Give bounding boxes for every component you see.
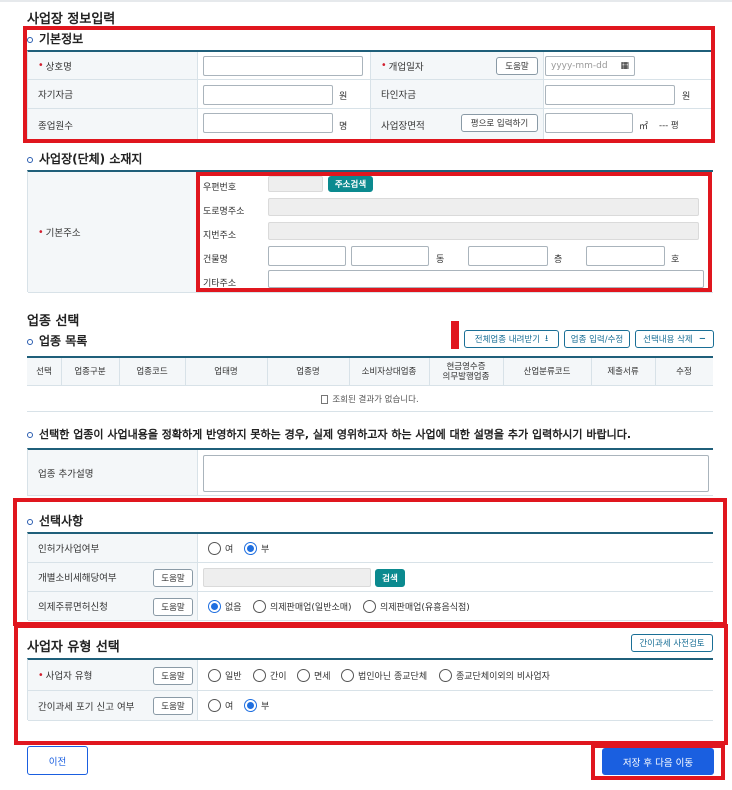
page-title: 사업장 정보입력 <box>27 12 116 27</box>
download-icon: ⭳ <box>545 334 549 344</box>
col-consumer: 소비자상대업종 <box>361 367 417 377</box>
industry-notice-text: 선택한 업종이 사업내용을 정확하게 반영하지 못하는 경우, 실제 영위하고자… <box>39 428 632 441</box>
highlight-box-basic <box>23 26 715 143</box>
col-classification: 산업분류코드 <box>523 367 571 377</box>
minus-icon: − <box>698 334 706 344</box>
col-edit: 수정 <box>676 367 692 377</box>
industry-title: 업종 선택 <box>27 314 80 329</box>
edit-industry-button[interactable]: 업종 입력/수정 <box>564 330 630 348</box>
delete-selected-label: 선택내용 삭제 <box>643 335 693 345</box>
col-type: 업종구분 <box>74 367 106 377</box>
address-label: • 기본주소 <box>28 172 198 292</box>
col-documents: 제출서류 <box>607 367 639 377</box>
delete-selected-button[interactable]: 선택내용 삭제 − <box>635 330 714 348</box>
highlight-box-save <box>591 744 725 780</box>
bullet-icon <box>27 338 33 345</box>
document-icon <box>321 394 329 404</box>
address-heading-text: 사업장(단체) 소재지 <box>39 152 143 166</box>
row-extra-desc: 업종 추가설명 <box>28 450 713 496</box>
bullet-icon <box>27 156 33 163</box>
col-code: 업종코드 <box>136 367 168 377</box>
industry-table: 선택 업종구분 업종코드 업태명 업종명 소비자상대업종 현금영수증 의무발행업… <box>27 356 713 412</box>
top-divider <box>0 0 732 2</box>
col-select: 선택 <box>36 367 52 377</box>
prev-button[interactable]: 이전 <box>27 746 88 775</box>
extra-desc-table: 업종 추가설명 <box>27 448 713 496</box>
col-business: 업태명 <box>214 367 238 377</box>
highlight-box-biztype <box>14 624 728 745</box>
highlight-box-options <box>13 498 727 626</box>
address-heading: 사업장(단체) 소재지 <box>27 150 142 167</box>
industry-notice: 선택한 업종이 사업내용을 정확하게 반영하지 못하는 경우, 실제 영위하고자… <box>27 426 631 442</box>
empty-result: 조회된 결과가 없습니다. <box>27 388 713 410</box>
highlight-box-industry-buttons <box>451 321 459 349</box>
download-all-label: 전체업종 내려받기 <box>474 335 541 345</box>
col-industry: 업종명 <box>296 367 320 377</box>
industry-list-heading: 업종 목록 <box>27 332 87 349</box>
extra-desc-textarea[interactable] <box>203 455 709 492</box>
industry-list-heading-text: 업종 목록 <box>39 334 88 348</box>
col-receipt: 현금영수증 의무발행업종 <box>442 362 490 382</box>
extra-desc-label: 업종 추가설명 <box>28 450 198 495</box>
bullet-icon <box>27 432 33 438</box>
highlight-box-address <box>196 172 712 292</box>
download-all-button[interactable]: 전체업종 내려받기 ⭳ <box>464 330 559 348</box>
